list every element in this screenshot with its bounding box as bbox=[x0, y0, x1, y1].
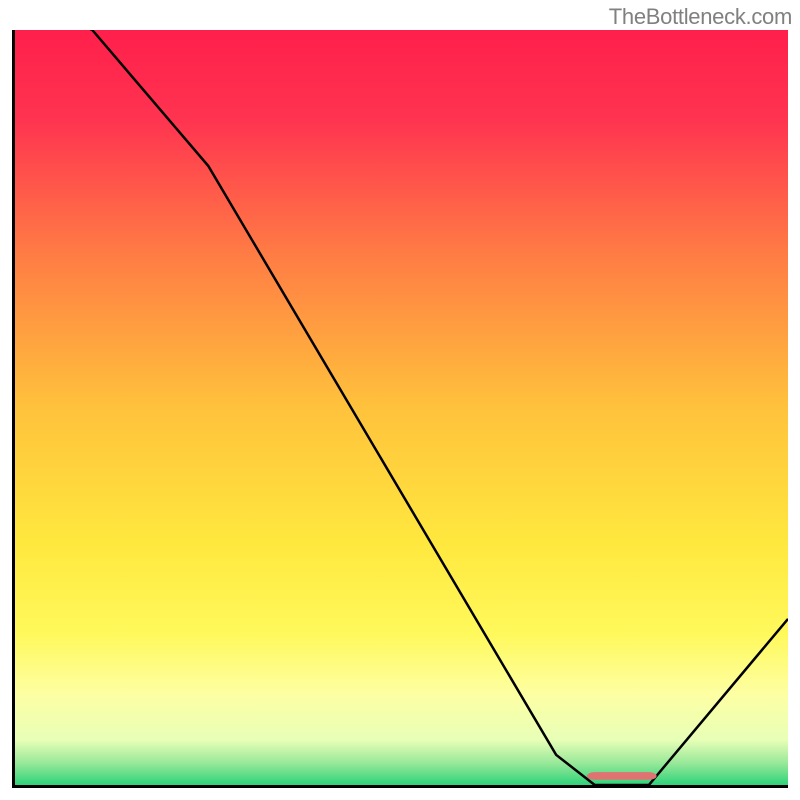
optimal-marker bbox=[15, 30, 788, 785]
watermark-text: TheBottleneck.com bbox=[609, 4, 792, 30]
chart-frame bbox=[12, 30, 788, 788]
plot-area bbox=[15, 30, 788, 785]
